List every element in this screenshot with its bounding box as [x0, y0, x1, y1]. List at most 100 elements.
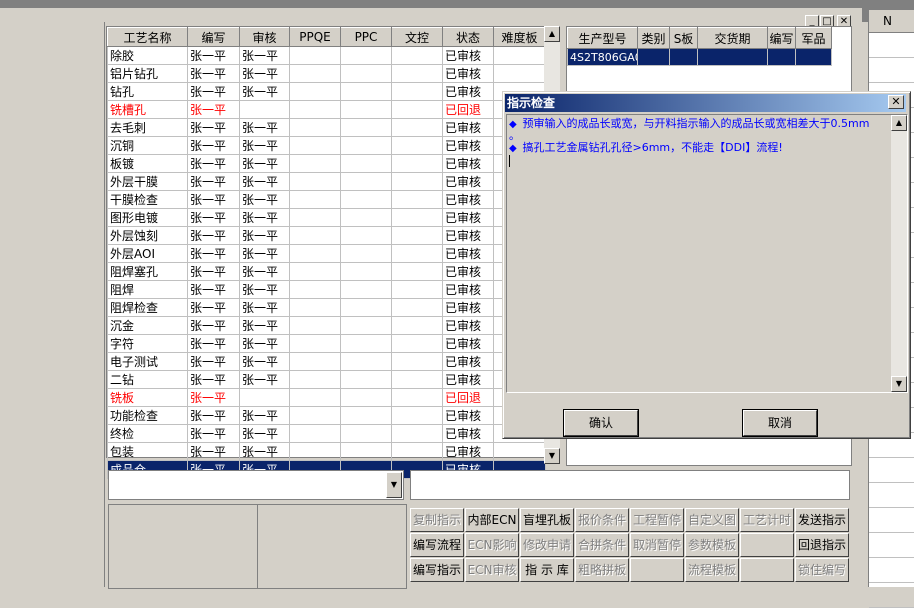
toolbar-button[interactable]: 修改申请	[520, 533, 574, 557]
toolbar-button[interactable]: 复制指示	[410, 508, 464, 532]
cell-name[interactable]: 铣槽孔	[107, 100, 188, 119]
cell-empty[interactable]	[289, 118, 341, 137]
cell-empty[interactable]	[340, 100, 392, 119]
cell-empty[interactable]	[289, 334, 341, 353]
cell-writer[interactable]: 张一平	[187, 208, 240, 227]
cell-empty[interactable]	[391, 64, 443, 83]
cell-reviewer[interactable]: 张一平	[239, 82, 290, 101]
cell-empty[interactable]	[340, 136, 392, 155]
table-row[interactable]: 铣板 张一平 已回退	[107, 388, 546, 407]
cell-reviewer[interactable]: 张一平	[239, 154, 290, 173]
column-header[interactable]: 编写	[767, 27, 796, 49]
cell-reviewer[interactable]: 张一平	[239, 262, 290, 281]
column-header[interactable]: 文控	[391, 27, 443, 47]
cell-writer[interactable]: 张一平	[187, 280, 240, 299]
cell-reviewer[interactable]: 张一平	[239, 280, 290, 299]
cell-empty[interactable]	[340, 442, 392, 461]
table-row[interactable]: 除胶 张一平 张一平 已审核	[107, 46, 546, 65]
cell-status[interactable]: 已审核	[442, 334, 494, 353]
cell-writer[interactable]: 张一平	[187, 226, 240, 245]
table-row[interactable]: 阻焊检查 张一平 张一平 已审核	[107, 298, 546, 317]
column-header[interactable]: 交货期	[697, 27, 768, 49]
cell-empty[interactable]	[340, 226, 392, 245]
cell-empty[interactable]	[391, 334, 443, 353]
cell-reviewer[interactable]: 张一平	[239, 406, 290, 425]
table-row[interactable]: 包装 张一平 张一平 已审核	[107, 442, 546, 461]
column-header[interactable]: PPC	[340, 27, 392, 47]
column-header[interactable]: 工艺名称	[107, 27, 188, 47]
cell-empty[interactable]	[391, 370, 443, 389]
cell-writer[interactable]: 张一平	[187, 46, 240, 65]
column-header[interactable]: 难度板	[493, 27, 546, 47]
cell-reviewer[interactable]: 张一平	[239, 226, 290, 245]
cell-empty[interactable]	[340, 172, 392, 191]
cell-empty[interactable]	[289, 190, 341, 209]
cell-status[interactable]: 已审核	[442, 406, 494, 425]
cell-empty[interactable]	[289, 208, 341, 227]
table-row[interactable]: 字符 张一平 张一平 已审核	[107, 334, 546, 353]
cell-empty[interactable]	[289, 136, 341, 155]
cell-empty[interactable]	[340, 298, 392, 317]
table-row[interactable]: 外层AOI 张一平 张一平 已审核	[107, 244, 546, 263]
cell-writer[interactable]: 张一平	[187, 154, 240, 173]
cell-writer[interactable]: 张一平	[187, 406, 240, 425]
memo-scrollbar[interactable]: ▲ ▼	[891, 115, 907, 392]
cell-status[interactable]: 已审核	[442, 298, 494, 317]
cell-name[interactable]: 板镀	[107, 154, 188, 173]
cell-empty[interactable]	[289, 172, 341, 191]
cell-empty[interactable]	[340, 208, 392, 227]
cell-name[interactable]: 二钻	[107, 370, 188, 389]
column-header[interactable]: 生产型号	[567, 27, 638, 49]
cell-reviewer[interactable]: 张一平	[239, 172, 290, 191]
cell-writer[interactable]: 张一平	[187, 172, 240, 191]
toolbar-button[interactable]	[740, 558, 794, 582]
dialog-close-button[interactable]: ✕	[888, 95, 904, 109]
dialog-message-memo[interactable]: ◆ 预审输入的成品长或宽，与开料指示输入的成品长或宽相差大于0.5mm 。 ◆ …	[506, 114, 908, 393]
cell-empty[interactable]	[391, 316, 443, 335]
table-row[interactable]: 外层干膜 张一平 张一平 已审核	[107, 172, 546, 191]
dialog-ok-button[interactable]: 确认	[564, 410, 638, 436]
cell-empty[interactable]	[289, 298, 341, 317]
cell-reviewer[interactable]: 张一平	[239, 352, 290, 371]
cell-empty[interactable]	[795, 48, 832, 66]
cell-empty[interactable]	[391, 154, 443, 173]
toolbar-button[interactable]: 报价条件	[575, 508, 629, 532]
cell-status[interactable]: 已审核	[442, 46, 494, 65]
cell-status[interactable]: 已审核	[442, 208, 494, 227]
column-header[interactable]: 状态	[442, 27, 494, 47]
cell-status[interactable]: 已审核	[442, 82, 494, 101]
cell-empty[interactable]	[289, 154, 341, 173]
cell-empty[interactable]	[391, 244, 443, 263]
table-row[interactable]: 沉铜 张一平 张一平 已审核	[107, 136, 546, 155]
cell-empty[interactable]	[340, 316, 392, 335]
toolbar-button[interactable]: 锁住编写	[795, 558, 849, 582]
cell-writer[interactable]: 张一平	[187, 388, 240, 407]
toolbar-button[interactable]: 粗略拼板	[575, 558, 629, 582]
cell-empty[interactable]	[493, 64, 546, 83]
cell-reviewer[interactable]: 张一平	[239, 190, 290, 209]
table-row[interactable]: 外层蚀刻 张一平 张一平 已审核	[107, 226, 546, 245]
cell-status[interactable]: 已回退	[442, 388, 494, 407]
combo-dropdown-button[interactable]: ▼	[386, 472, 402, 498]
column-header[interactable]: 军品	[795, 27, 832, 49]
table-row[interactable]: 4S2T806GA0	[567, 48, 832, 66]
cell-empty[interactable]	[767, 48, 796, 66]
column-header[interactable]: PPQE	[289, 27, 341, 47]
toolbar-button[interactable]: 编写指示	[410, 558, 464, 582]
cell-empty[interactable]	[289, 226, 341, 245]
cell-reviewer[interactable]: 张一平	[239, 424, 290, 443]
cell-status[interactable]: 已审核	[442, 64, 494, 83]
cell-empty[interactable]	[289, 316, 341, 335]
cell-status[interactable]: 已审核	[442, 190, 494, 209]
column-header[interactable]: S板	[669, 27, 698, 49]
cell-name[interactable]: 包装	[107, 442, 188, 461]
cell-empty[interactable]	[340, 334, 392, 353]
table-row[interactable]: 功能检查 张一平 张一平 已审核	[107, 406, 546, 425]
cell-empty[interactable]	[289, 424, 341, 443]
cell-reviewer[interactable]: 张一平	[239, 136, 290, 155]
cell-empty[interactable]	[493, 442, 546, 461]
toolbar-button[interactable]: 工程暂停	[630, 508, 684, 532]
table-row[interactable]: 钻孔 张一平 张一平 已审核	[107, 82, 546, 101]
cell-reviewer[interactable]: 张一平	[239, 118, 290, 137]
column-header[interactable]: 类别	[637, 27, 670, 49]
